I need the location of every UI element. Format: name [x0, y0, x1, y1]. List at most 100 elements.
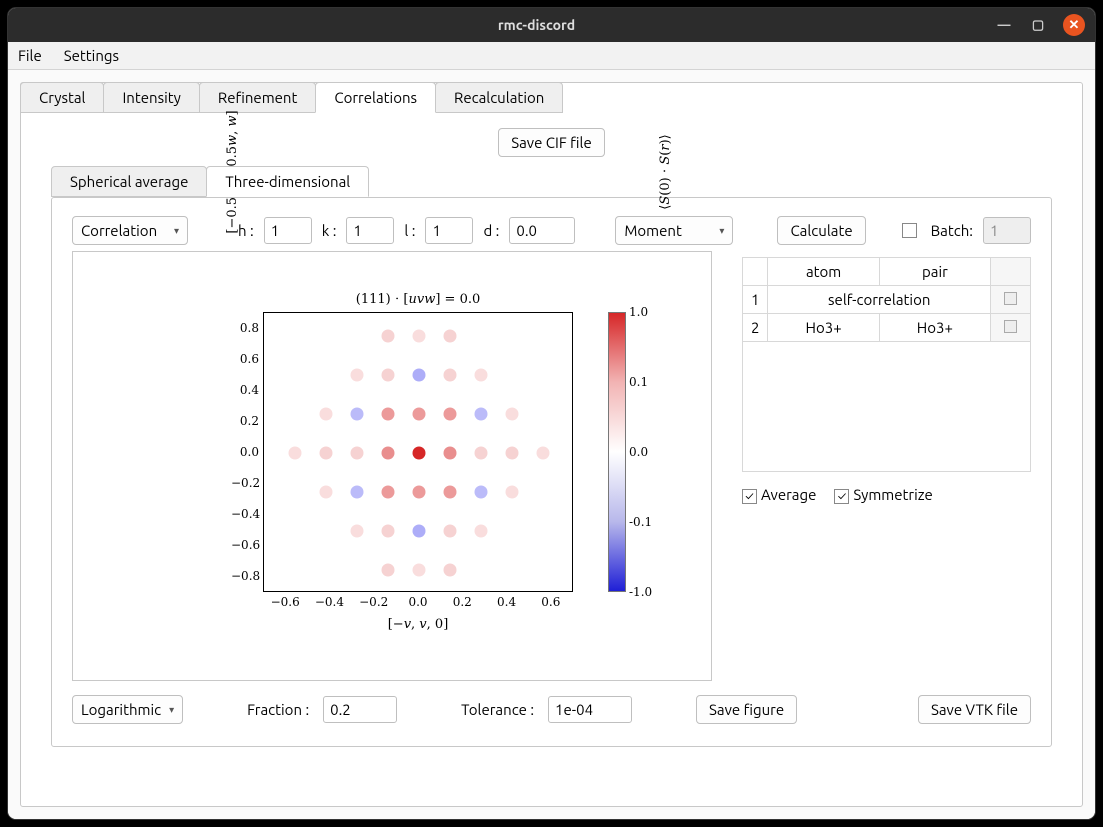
y-tick: 0.2 [231, 414, 259, 428]
tab-crystal[interactable]: Crystal [20, 82, 104, 113]
x-tick: 0.0 [403, 595, 433, 609]
table-header-atom[interactable]: atom [768, 258, 879, 286]
l-input[interactable] [425, 217, 473, 244]
table-cell-pair: Ho3+ [879, 314, 990, 342]
data-point [506, 447, 519, 460]
data-point [320, 447, 333, 460]
data-point [475, 447, 488, 460]
threed-panel: Correlation ▾ h : k : l : d : [51, 197, 1052, 747]
data-point [413, 330, 426, 343]
d-input[interactable] [509, 217, 575, 244]
batch-checkbox[interactable] [902, 223, 917, 238]
top-controls: Correlation ▾ h : k : l : d : [72, 216, 1031, 245]
data-point [289, 447, 302, 460]
data-point [382, 447, 395, 460]
colorbar-tick: 0.0 [629, 445, 648, 459]
data-point [413, 408, 426, 421]
subtab-3d[interactable]: Three-dimensional [206, 166, 369, 197]
tab-refinement[interactable]: Refinement [199, 82, 317, 113]
average-checkbox[interactable]: ✓ [742, 489, 757, 504]
data-point [351, 369, 364, 382]
close-icon[interactable]: ✕ [1063, 14, 1085, 36]
y-tick: −0.6 [231, 538, 259, 552]
colorbar-tick: -1.0 [629, 585, 652, 599]
fraction-input[interactable] [323, 696, 397, 723]
data-point [444, 563, 457, 576]
table-header-pair[interactable]: pair [879, 258, 990, 286]
x-tick: −0.4 [314, 595, 344, 609]
menu-file[interactable]: File [18, 47, 42, 64]
data-point [413, 563, 426, 576]
table-header-chk [991, 258, 1031, 286]
data-point [537, 447, 550, 460]
x-tick: 0.2 [447, 595, 477, 609]
data-point [382, 485, 395, 498]
data-point [475, 524, 488, 537]
tab-correlations[interactable]: Correlations [315, 82, 436, 113]
data-point [351, 524, 364, 537]
chevron-down-icon: ▾ [169, 704, 174, 716]
main-tabpane: Crystal Intensity Refinement Correlation… [20, 82, 1083, 807]
row-checkbox[interactable] [1004, 320, 1017, 333]
average-label: Average [761, 486, 816, 503]
main-tab-row: Crystal Intensity Refinement Correlation… [20, 82, 1081, 113]
data-point [382, 563, 395, 576]
save-vtk-button[interactable]: Save VTK file [918, 695, 1031, 724]
data-point [444, 447, 457, 460]
k-input[interactable] [346, 217, 394, 244]
symmetrize-checkbox[interactable]: ✓ [834, 489, 849, 504]
plot-area [263, 312, 573, 592]
tab-recalculation[interactable]: Recalculation [435, 82, 563, 113]
k-label: k : [322, 222, 337, 239]
correlation-select[interactable]: Correlation ▾ [72, 216, 188, 245]
tolerance-input[interactable] [548, 696, 632, 723]
data-point [506, 485, 519, 498]
tab-intensity[interactable]: Intensity [103, 82, 199, 113]
table-header-blank [743, 258, 768, 286]
app-window: rmc-discord — ▢ ✕ File Settings Crystal … [8, 8, 1095, 819]
x-tick: 0.4 [492, 595, 522, 609]
save-figure-button[interactable]: Save figure [696, 695, 797, 724]
data-point [351, 447, 364, 460]
scale-select[interactable]: Logarithmic ▾ [72, 695, 183, 724]
moment-select[interactable]: Moment ▾ [615, 216, 733, 245]
colorbar-label: ⟨𝑆(0) ⋅ 𝑆(𝑟)⟩ [658, 32, 674, 312]
window-title: rmc-discord [78, 17, 995, 33]
table-rowid: 2 [743, 314, 768, 342]
subtab-spherical[interactable]: Spherical average [51, 166, 207, 197]
plot-frame: (111) ⋅ [𝑢𝑣𝑤] = 0.0 [−0.5𝑤, −0.5𝑤, 𝑤] [−… [72, 251, 712, 681]
l-label: l : [404, 222, 415, 239]
titlebar: rmc-discord — ▢ ✕ [8, 8, 1095, 42]
y-tick: −0.2 [231, 476, 259, 490]
plot-title: (111) ⋅ [𝑢𝑣𝑤] = 0.0 [263, 292, 573, 307]
colorbar-tick: 0.1 [629, 375, 648, 389]
save-cif-button[interactable]: Save CIF file [498, 128, 605, 157]
scale-select-label: Logarithmic [81, 701, 161, 718]
y-tick: 0.4 [231, 383, 259, 397]
menu-settings[interactable]: Settings [64, 47, 119, 64]
symmetrize-label: Symmetrize [853, 486, 932, 503]
fraction-label: Fraction : [247, 701, 309, 718]
data-point [413, 524, 426, 537]
row-checkbox[interactable] [1004, 292, 1017, 305]
minimize-icon[interactable]: — [995, 16, 1013, 34]
pair-table: atom pair 1 self-correlation [742, 257, 1031, 472]
y-tick: 0.6 [231, 352, 259, 366]
data-point [351, 485, 364, 498]
data-point [320, 485, 333, 498]
chevron-down-icon: ▾ [719, 225, 724, 237]
calculate-button[interactable]: Calculate [777, 216, 865, 245]
maximize-icon[interactable]: ▢ [1029, 16, 1047, 34]
table-row[interactable]: 2 Ho3+ Ho3+ [743, 314, 1031, 342]
colorbar-tick: 1.0 [629, 305, 648, 319]
batch-input [983, 217, 1031, 244]
data-point [413, 485, 426, 498]
table-row[interactable]: 1 self-correlation [743, 286, 1031, 314]
y-tick: 0.8 [231, 321, 259, 335]
h-input[interactable] [264, 217, 312, 244]
data-point [444, 524, 457, 537]
correlation-select-label: Correlation [81, 222, 157, 239]
data-point [382, 330, 395, 343]
data-point [475, 369, 488, 382]
data-point [475, 408, 488, 421]
